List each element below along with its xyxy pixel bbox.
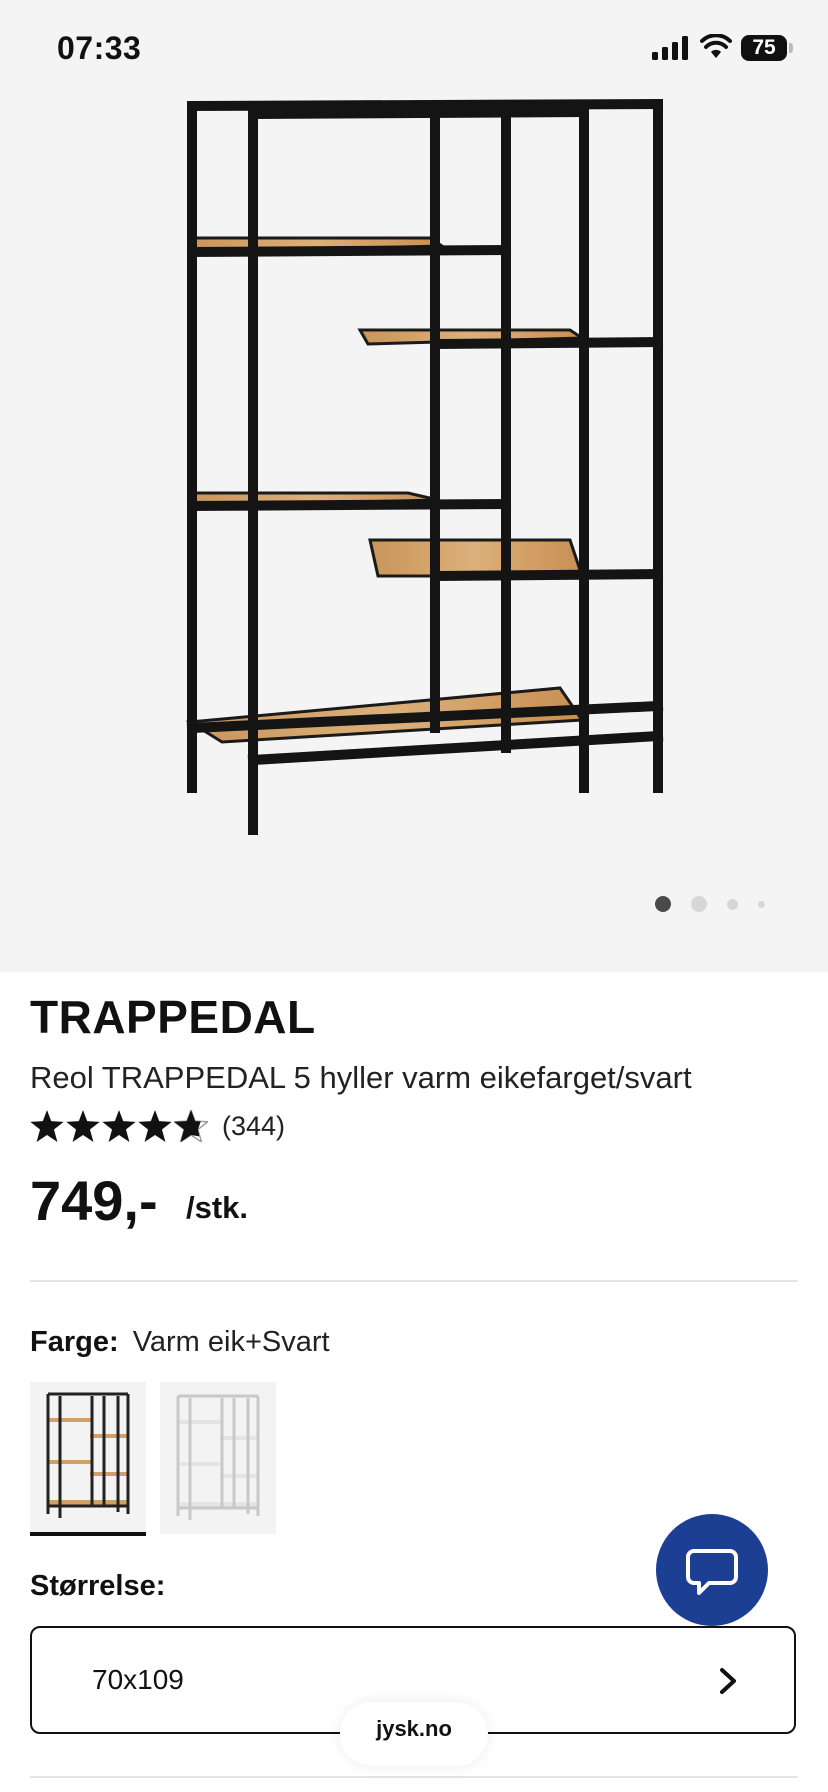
rating-stars <box>30 1110 208 1142</box>
color-option-black-oak[interactable] <box>30 1382 146 1536</box>
product-brand: TRAPPEDAL <box>30 991 316 1043</box>
star-icon <box>138 1110 172 1142</box>
product-name: Reol TRAPPEDAL 5 hyller varm eikefarget/… <box>30 1060 692 1095</box>
gallery-dot[interactable] <box>691 896 707 912</box>
chat-bubble-icon <box>686 1549 738 1595</box>
color-option-white[interactable] <box>160 1382 276 1534</box>
gallery-dot[interactable] <box>758 900 765 908</box>
color-label: Farge: <box>30 1326 119 1358</box>
price-unit: /stk. <box>186 1190 249 1225</box>
color-option-image <box>176 1394 260 1520</box>
divider <box>30 1280 798 1282</box>
color-selection: Farge: Varm eik+Svart <box>30 1326 330 1359</box>
status-bar: 07:33 75 <box>0 0 828 100</box>
status-time: 07:33 <box>57 30 142 66</box>
battery-cap <box>789 43 793 53</box>
color-value: Varm eik+Svart <box>132 1326 330 1358</box>
divider <box>30 1776 798 1778</box>
product-rating[interactable]: (344) <box>30 1110 285 1142</box>
gallery-pagination[interactable] <box>655 896 765 912</box>
gallery-dot[interactable] <box>727 898 738 910</box>
gallery-dot[interactable] <box>655 896 671 912</box>
product-price: 749,- <box>30 1169 158 1232</box>
chat-button[interactable] <box>656 1514 768 1626</box>
size-label: Størrelse: <box>30 1570 166 1602</box>
wifi-icon <box>700 34 732 58</box>
review-count[interactable]: (344) <box>222 1111 285 1142</box>
size-value: 70x109 <box>92 1664 184 1695</box>
battery-icon: 75 <box>741 35 787 61</box>
product-image <box>185 98 664 835</box>
star-icon <box>66 1110 100 1142</box>
star-icon <box>30 1110 64 1142</box>
cellular-signal-icon <box>652 36 688 60</box>
star-icon <box>102 1110 136 1142</box>
chevron-right-icon <box>720 1668 736 1694</box>
color-option-image <box>46 1392 130 1518</box>
product-image-gallery[interactable] <box>0 0 828 972</box>
url-text[interactable]: jysk.no <box>340 1716 488 1742</box>
star-half-icon <box>174 1110 208 1142</box>
battery-level: 75 <box>752 36 776 59</box>
browser-address-bar[interactable]: jysk.no <box>340 1702 488 1766</box>
